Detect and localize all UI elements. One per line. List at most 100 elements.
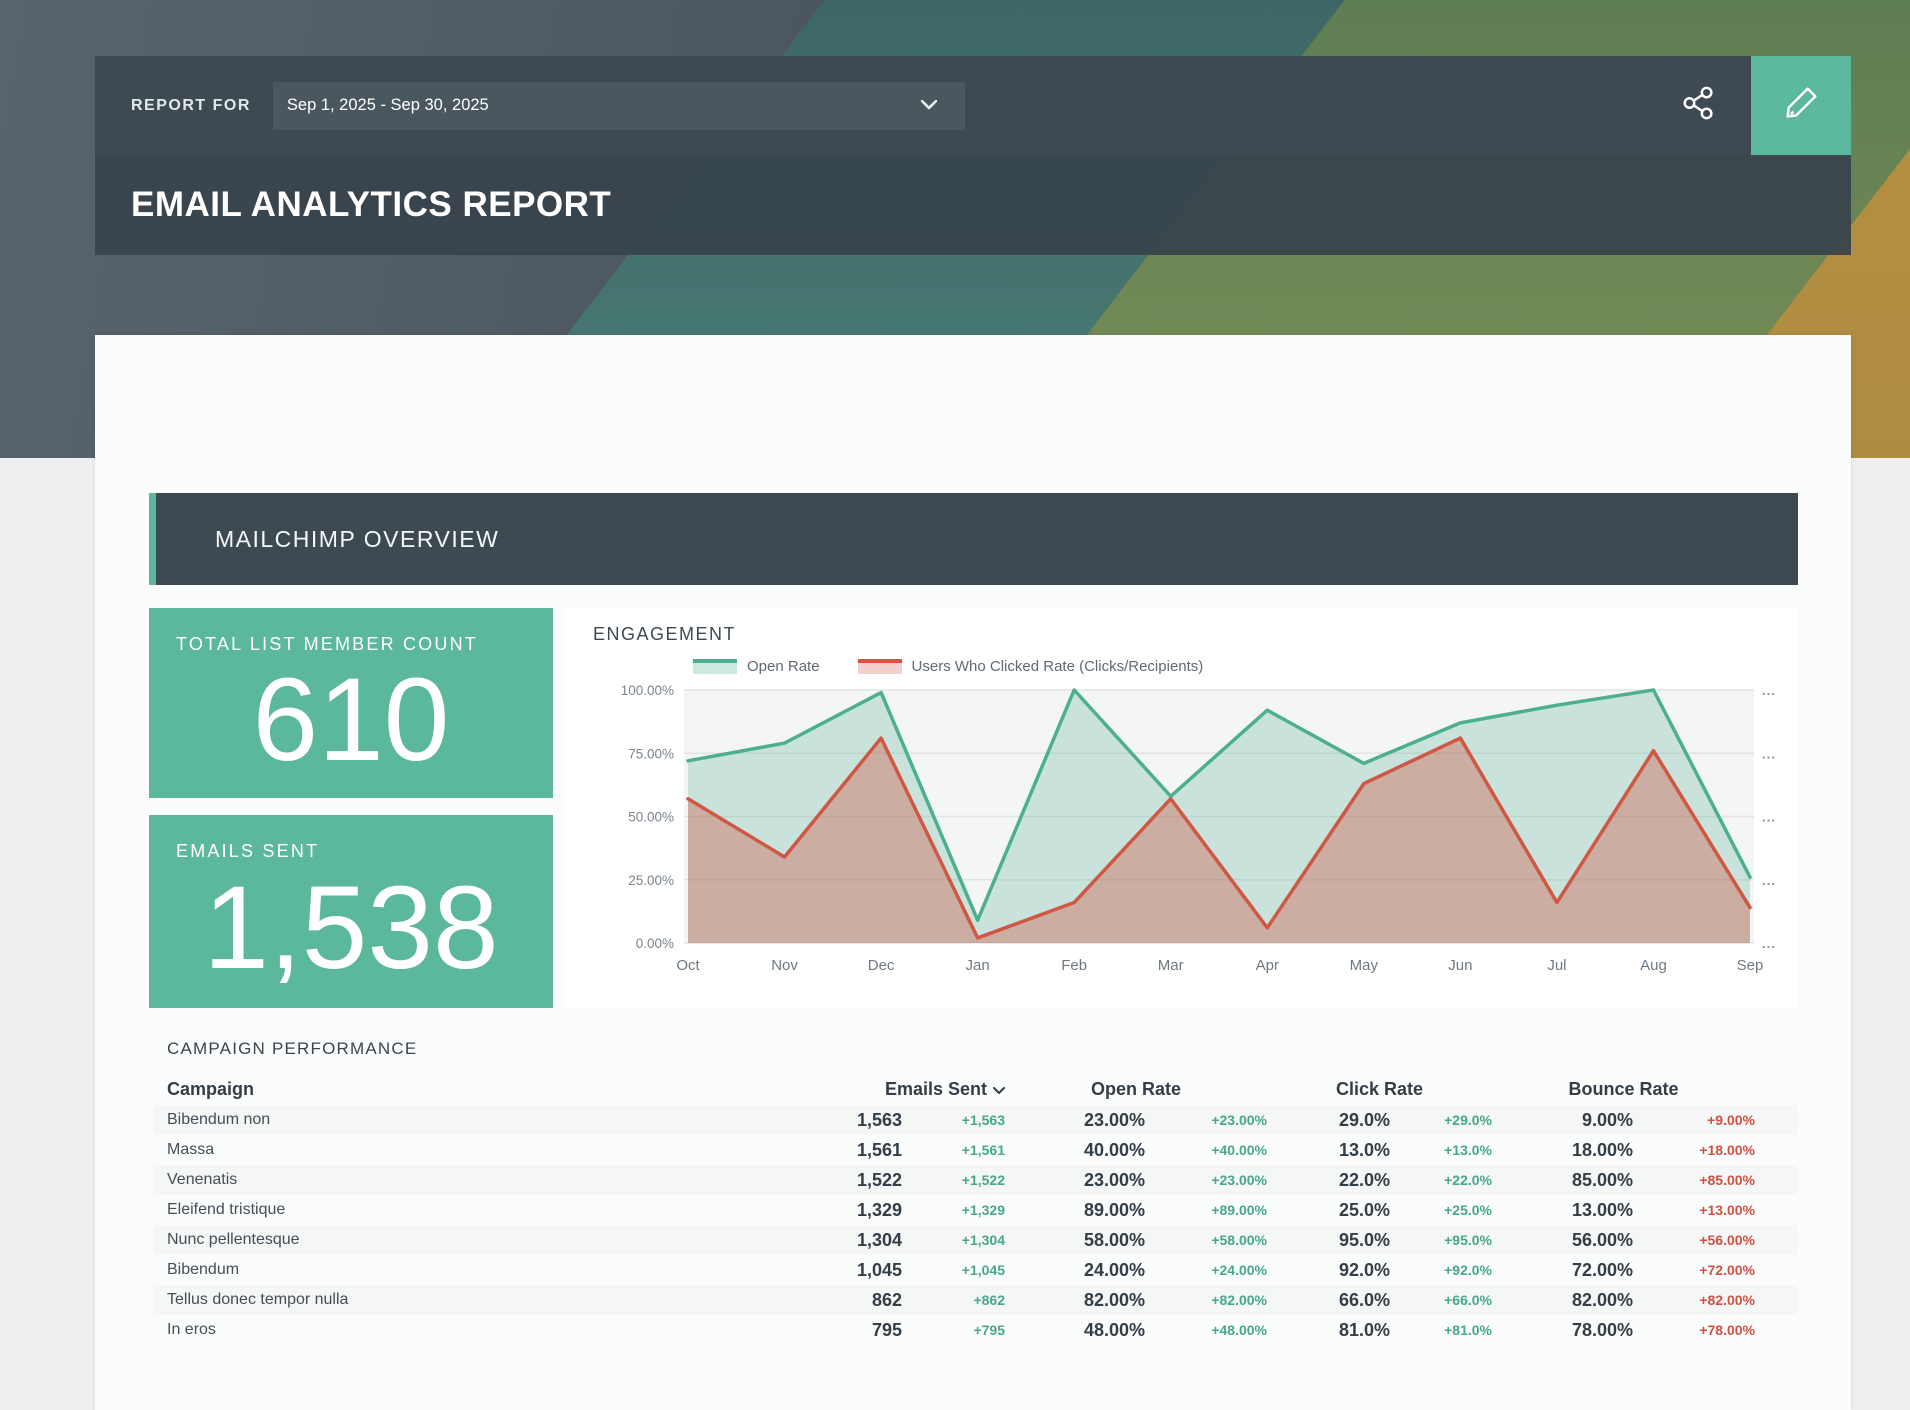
open-rate-value: 89.00% — [1005, 1200, 1145, 1221]
open-rate-delta: +23.00% — [1145, 1112, 1267, 1128]
engagement-chart-panel: ENGAGEMENT Open RateUsers Who Clicked Ra… — [565, 608, 1798, 1008]
emails-sent-value: 1,561 — [742, 1140, 902, 1161]
open-rate-value: 82.00% — [1005, 1290, 1145, 1311]
campaign-name: Bibendum non — [167, 1111, 742, 1129]
table-row: Venenatis1,522+1,52223.00%+23.00%22.0%+2… — [153, 1165, 1798, 1195]
emails-sent-value: 1,304 — [742, 1230, 902, 1251]
svg-text:...: ... — [1762, 746, 1776, 761]
svg-text:50.00%: 50.00% — [628, 810, 674, 825]
date-range-dropdown[interactable]: Sep 1, 2025 - Sep 30, 2025 — [273, 82, 965, 130]
column-header-emails-sent[interactable]: Emails Sent — [742, 1079, 1005, 1100]
svg-text:100.00%: 100.00% — [621, 683, 674, 698]
bounce-rate-value: 9.00% — [1492, 1110, 1633, 1131]
date-range-value: Sep 1, 2025 - Sep 30, 2025 — [287, 96, 489, 115]
column-header-click-rate: Click Rate — [1267, 1079, 1492, 1100]
column-header-bounce-rate: Bounce Rate — [1492, 1079, 1755, 1100]
emails-sent-value: 1,563 — [742, 1110, 902, 1131]
bounce-rate-value: 13.00% — [1492, 1200, 1633, 1221]
open-rate-delta: +40.00% — [1145, 1142, 1267, 1158]
bounce-rate-value: 56.00% — [1492, 1230, 1633, 1251]
svg-text:...: ... — [1762, 873, 1776, 888]
metric-value: 610 — [149, 655, 553, 798]
metric-card-emails-sent: EMAILS SENT 1,538 — [149, 815, 553, 1008]
bounce-rate-value: 82.00% — [1492, 1290, 1633, 1311]
click-rate-delta: +92.0% — [1390, 1262, 1492, 1278]
bounce-rate-delta: +9.00% — [1633, 1112, 1755, 1128]
bounce-rate-delta: +18.00% — [1633, 1142, 1755, 1158]
click-rate-value: 95.0% — [1267, 1230, 1390, 1251]
email-analytics-report-page: REPORT FOR Sep 1, 2025 - Sep 30, 2025 — [0, 0, 1910, 1410]
report-card: MAILCHIMP OVERVIEW TOTAL LIST MEMBER COU… — [95, 335, 1851, 1410]
table-header-row: Campaign Emails Sent Open Rate Click Rat… — [153, 1073, 1798, 1105]
table-row: Bibendum non1,563+1,56323.00%+23.00%29.0… — [153, 1105, 1798, 1135]
emails-sent-delta: +1,563 — [902, 1112, 1005, 1128]
open-rate-delta: +89.00% — [1145, 1202, 1267, 1218]
click-rate-value: 81.0% — [1267, 1320, 1390, 1341]
report-title-bar: EMAIL ANALYTICS REPORT — [95, 155, 1851, 255]
svg-text:Jan: Jan — [966, 957, 990, 974]
metric-label: EMAILS SENT — [149, 815, 553, 862]
svg-text:Nov: Nov — [771, 957, 798, 974]
open-rate-value: 58.00% — [1005, 1230, 1145, 1251]
click-rate-delta: +25.0% — [1390, 1202, 1492, 1218]
table-row: Eleifend tristique1,329+1,32989.00%+89.0… — [153, 1195, 1798, 1225]
report-for-label: REPORT FOR — [131, 97, 251, 115]
bounce-rate-value: 78.00% — [1492, 1320, 1633, 1341]
click-rate-value: 25.0% — [1267, 1200, 1390, 1221]
svg-text:Oct: Oct — [676, 957, 700, 974]
click-rate-delta: +81.0% — [1390, 1322, 1492, 1338]
table-title: CAMPAIGN PERFORMANCE — [153, 1039, 1798, 1059]
emails-sent-delta: +1,561 — [902, 1142, 1005, 1158]
open-rate-delta: +23.00% — [1145, 1172, 1267, 1188]
svg-text:May: May — [1350, 957, 1379, 974]
table-row: Tellus donec tempor nulla862+86282.00%+8… — [153, 1285, 1798, 1315]
campaign-name: Nunc pellentesque — [167, 1231, 742, 1249]
engagement-area-chart: 100.00%... 75.00%... 50.00%... 25.00%... 0.0… — [565, 608, 1798, 1008]
chevron-down-icon — [921, 97, 937, 115]
svg-text:Jul: Jul — [1547, 957, 1566, 974]
click-rate-value: 22.0% — [1267, 1170, 1390, 1191]
bounce-rate-value: 18.00% — [1492, 1140, 1633, 1161]
emails-sent-value: 1,329 — [742, 1200, 902, 1221]
table-row: Nunc pellentesque1,304+1,30458.00%+58.00… — [153, 1225, 1798, 1255]
open-rate-value: 48.00% — [1005, 1320, 1145, 1341]
bounce-rate-delta: +85.00% — [1633, 1172, 1755, 1188]
metric-value: 1,538 — [149, 862, 553, 1008]
svg-text:Sep: Sep — [1737, 957, 1764, 974]
report-header-bar: REPORT FOR Sep 1, 2025 - Sep 30, 2025 — [95, 56, 1751, 155]
click-rate-value: 66.0% — [1267, 1290, 1390, 1311]
emails-sent-value: 1,045 — [742, 1260, 902, 1281]
edit-report-button[interactable] — [1751, 56, 1851, 155]
bounce-rate-delta: +78.00% — [1633, 1322, 1755, 1338]
svg-text:Apr: Apr — [1256, 957, 1279, 974]
svg-text:75.00%: 75.00% — [628, 746, 674, 761]
pencil-icon — [1780, 82, 1822, 129]
campaign-name: Eleifend tristique — [167, 1201, 742, 1219]
mailchimp-overview-section-header: MAILCHIMP OVERVIEW — [149, 493, 1798, 585]
svg-text:...: ... — [1762, 810, 1776, 825]
emails-sent-delta: +862 — [902, 1292, 1005, 1308]
open-rate-delta: +48.00% — [1145, 1322, 1267, 1338]
open-rate-value: 24.00% — [1005, 1260, 1145, 1281]
share-icon — [1680, 84, 1718, 127]
svg-text:Aug: Aug — [1640, 957, 1667, 974]
svg-text:Jun: Jun — [1448, 957, 1472, 974]
svg-text:0.00%: 0.00% — [636, 936, 674, 951]
table-row: In eros795+79548.00%+48.00%81.0%+81.0%78… — [153, 1315, 1798, 1345]
bounce-rate-delta: +13.00% — [1633, 1202, 1755, 1218]
campaign-table-body: Bibendum non1,563+1,56323.00%+23.00%29.0… — [153, 1105, 1798, 1345]
svg-text:25.00%: 25.00% — [628, 873, 674, 888]
click-rate-value: 13.0% — [1267, 1140, 1390, 1161]
bounce-rate-value: 85.00% — [1492, 1170, 1633, 1191]
svg-text:Feb: Feb — [1061, 957, 1087, 974]
svg-text:...: ... — [1762, 936, 1776, 951]
click-rate-delta: +22.0% — [1390, 1172, 1492, 1188]
share-button[interactable] — [1675, 82, 1723, 130]
svg-text:...: ... — [1762, 683, 1776, 698]
open-rate-delta: +24.00% — [1145, 1262, 1267, 1278]
emails-sent-delta: +1,522 — [902, 1172, 1005, 1188]
campaign-name: In eros — [167, 1321, 742, 1339]
svg-text:Mar: Mar — [1158, 957, 1184, 974]
bounce-rate-delta: +82.00% — [1633, 1292, 1755, 1308]
click-rate-delta: +95.0% — [1390, 1232, 1492, 1248]
